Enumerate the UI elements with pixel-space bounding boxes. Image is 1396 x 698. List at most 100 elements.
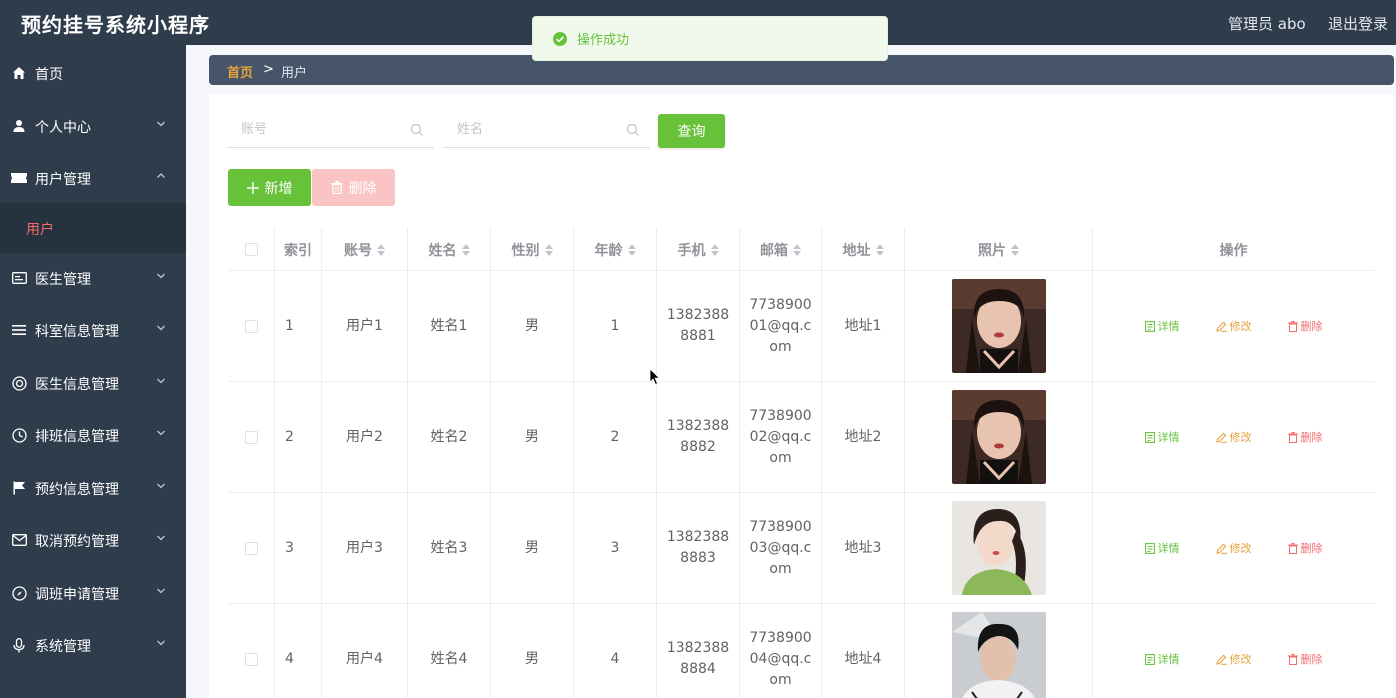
add-button[interactable]: 新增 xyxy=(228,169,311,206)
row-checkbox[interactable] xyxy=(244,430,258,444)
phone-cell: 13823888882 xyxy=(657,382,740,492)
select-all-cell xyxy=(228,228,275,271)
delete-row-button-label: 删除 xyxy=(1300,652,1323,666)
detail-button[interactable]: 详情 xyxy=(1144,316,1180,337)
column-header-label: 年龄 xyxy=(594,242,623,259)
column-header-label: 照片 xyxy=(978,242,1006,259)
sort-icon[interactable] xyxy=(544,243,553,256)
logout-link[interactable]: 退出登录 xyxy=(1328,13,1388,34)
mouse-cursor-icon xyxy=(649,368,661,386)
sidebar-item-user-management[interactable]: 用户管理 xyxy=(0,152,186,204)
detail-button[interactable]: 详情 xyxy=(1144,427,1180,448)
column-header-phone[interactable]: 手机 xyxy=(657,228,740,271)
sort-icon[interactable] xyxy=(1011,243,1019,256)
sidebar-item-doctor-info[interactable]: 医生信息管理 xyxy=(0,357,186,409)
breadcrumb-home-link[interactable]: 首页 xyxy=(227,62,253,81)
column-header-name[interactable]: 姓名 xyxy=(408,228,491,271)
user-icon xyxy=(11,118,27,134)
sort-icon[interactable] xyxy=(377,243,385,256)
row-select-cell xyxy=(228,604,275,698)
trash-icon xyxy=(1287,320,1298,332)
compass-icon xyxy=(11,585,27,601)
breadcrumb-current: 用户 xyxy=(281,66,308,81)
column-header-label: 邮箱 xyxy=(760,242,788,259)
column-header-photo[interactable]: 照片 xyxy=(905,228,1093,271)
sidebar-item-label: 排班信息管理 xyxy=(35,429,119,445)
card-icon xyxy=(11,270,27,286)
age-cell: 3 xyxy=(574,493,657,603)
sidebar-item-appointment-info[interactable]: 预约信息管理 xyxy=(0,462,186,514)
detail-button[interactable]: 详情 xyxy=(1144,538,1180,559)
column-header-address[interactable]: 地址 xyxy=(822,228,905,271)
sidebar-item-label: 预约信息管理 xyxy=(35,482,119,498)
trash-icon xyxy=(331,181,342,194)
account-cell: 用户1 xyxy=(322,271,408,381)
batch-delete-button[interactable]: 删除 xyxy=(312,169,395,206)
delete-row-button[interactable]: 删除 xyxy=(1287,316,1323,337)
sort-icon[interactable] xyxy=(875,243,884,256)
flag-icon xyxy=(11,480,27,496)
account-search-input[interactable] xyxy=(227,112,434,147)
name-search-input[interactable] xyxy=(443,112,650,147)
sort-icon[interactable] xyxy=(461,243,470,256)
email-cell: 773890004@qq.com xyxy=(740,604,822,698)
edit-button[interactable]: 修改 xyxy=(1215,316,1252,337)
sidebar-item-doctor-management[interactable]: 医生管理 xyxy=(0,252,186,304)
column-header-account[interactable]: 账号 xyxy=(322,228,408,271)
row-checkbox[interactable] xyxy=(244,541,258,555)
column-header-email[interactable]: 邮箱 xyxy=(740,228,822,271)
row-select-cell xyxy=(228,382,275,492)
document-icon xyxy=(1144,542,1155,554)
pencil-icon xyxy=(1215,321,1227,332)
column-header-gender[interactable]: 性别 xyxy=(491,228,574,271)
sidebar-item-personal-center[interactable]: 个人中心 xyxy=(0,100,186,152)
delete-row-button[interactable]: 删除 xyxy=(1287,427,1323,448)
document-icon xyxy=(1144,320,1155,332)
edit-button-label: 修改 xyxy=(1229,430,1252,444)
row-checkbox[interactable] xyxy=(244,319,258,333)
ticket-icon xyxy=(11,170,27,186)
sort-icon[interactable] xyxy=(710,243,719,256)
chevron-down-icon xyxy=(157,325,165,331)
sort-icon[interactable] xyxy=(793,243,801,256)
pencil-icon xyxy=(1215,432,1227,443)
table-row: 1 用户1 姓名1 男 1 13823888881 773890001@qq.c… xyxy=(228,271,1374,382)
row-select-cell xyxy=(228,271,275,381)
sort-icon[interactable] xyxy=(627,243,636,256)
sidebar-subitem-users[interactable]: 用户 xyxy=(0,203,186,253)
edit-button[interactable]: 修改 xyxy=(1215,649,1252,670)
index-cell: 3 xyxy=(275,493,322,603)
column-header-label: 手机 xyxy=(677,242,706,259)
user-photo xyxy=(951,501,1046,595)
sidebar-item-department-info[interactable]: 科室信息管理 xyxy=(0,304,186,356)
column-header-label: 地址 xyxy=(842,242,871,259)
sidebar-item-home[interactable]: 首页 xyxy=(0,47,186,99)
chevron-up-icon xyxy=(157,173,165,178)
account-cell: 用户2 xyxy=(322,382,408,492)
document-icon xyxy=(1144,431,1155,443)
detail-button[interactable]: 详情 xyxy=(1144,649,1180,670)
email-cell: 773890003@qq.com xyxy=(740,493,822,603)
select-all-checkbox[interactable] xyxy=(244,243,258,256)
delete-row-button-label: 删除 xyxy=(1300,430,1323,444)
sidebar-item-label: 医生信息管理 xyxy=(35,377,119,393)
sidebar-item-cancel-appointment[interactable]: 取消预约管理 xyxy=(0,514,186,566)
delete-row-button[interactable]: 删除 xyxy=(1287,649,1323,670)
column-header-age[interactable]: 年龄 xyxy=(574,228,657,271)
sidebar-item-system-management[interactable]: 系统管理 xyxy=(0,619,186,671)
edit-button[interactable]: 修改 xyxy=(1215,427,1252,448)
delete-row-button[interactable]: 删除 xyxy=(1287,538,1323,559)
sidebar-item-shift-request[interactable]: 调班申请管理 xyxy=(0,567,186,619)
edit-button[interactable]: 修改 xyxy=(1215,538,1252,559)
sidebar-item-label: 取消预约管理 xyxy=(35,534,119,550)
sidebar-item-schedule-info[interactable]: 排班信息管理 xyxy=(0,409,186,461)
age-cell: 4 xyxy=(574,604,657,698)
add-button-label: 新增 xyxy=(264,180,293,197)
row-checkbox[interactable] xyxy=(244,652,258,666)
query-button[interactable]: 查询 xyxy=(658,114,725,148)
email-cell: 773890001@qq.com xyxy=(740,271,822,381)
batch-delete-button-label: 删除 xyxy=(348,180,377,197)
table-row: 2 用户2 姓名2 男 2 13823888882 773890002@qq.c… xyxy=(228,382,1374,493)
column-header-index: 索引 xyxy=(275,228,322,271)
trash-icon xyxy=(1287,542,1298,554)
